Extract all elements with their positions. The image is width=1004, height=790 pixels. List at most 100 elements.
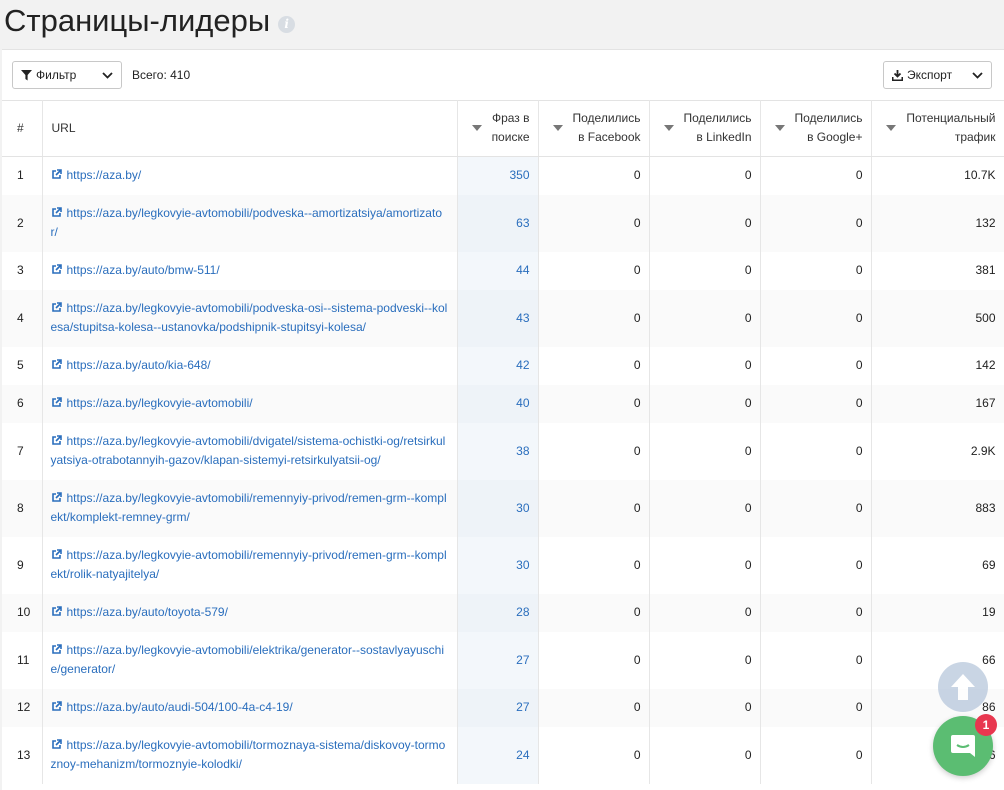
external-link-icon[interactable] [51,302,62,313]
row-url-cell: https://aza.by/legkovyie-avtomobili/reme… [42,479,458,537]
row-facebook: 0 [538,384,650,423]
row-url-link[interactable]: https://aza.by/auto/audi-504/100-4a-c4-1… [67,700,293,714]
row-facebook: 0 [538,536,650,594]
row-phrases-link[interactable]: 27 [457,688,539,727]
table-row: 6 https://aza.by/legkovyie-avtomobili/40 0… [2,384,1004,423]
row-phrases-link[interactable]: 42 [457,346,539,385]
external-link-icon[interactable] [51,264,62,275]
col-header-facebook[interactable]: Поделились в Facebook [538,100,650,157]
row-url-link[interactable]: https://aza.by/legkovyie-avtomobili/elek… [51,643,445,676]
row-url-cell: https://aza.by/auto/bmw-511/ [42,251,458,290]
row-linkedin: 0 [649,688,761,727]
table-row: 8 https://aza.by/legkovyie-avtomobili/rem… [2,479,1004,537]
row-google: 0 [760,536,872,594]
row-facebook: 0 [538,726,650,784]
row-phrases-link[interactable]: 44 [457,251,539,290]
row-url-link[interactable]: https://aza.by/auto/toyota-579/ [67,605,228,619]
external-link-icon[interactable] [51,701,62,712]
filter-icon [21,69,32,80]
export-dropdown[interactable]: Экспорт [883,61,992,89]
row-traffic: 500 [871,289,1004,347]
row-google: 0 [760,289,872,347]
table-body: 1 https://aza.by/350 0 0 0 10.7K 2 https://aza.… [2,156,1004,784]
row-url-cell: https://aza.by/auto/kia-648/ [42,346,458,385]
col-header-linkedin[interactable]: Поделились в LinkedIn [649,100,761,157]
row-url-link[interactable]: https://aza.by/legkovyie-avtomobili/reme… [51,491,447,524]
filter-dropdown[interactable]: Фильтр [12,61,122,89]
scroll-to-top-button[interactable] [938,662,988,712]
row-phrases-link[interactable]: 38 [457,422,539,480]
row-url-cell: https://aza.by/legkovyie-avtomobili/elek… [42,631,458,689]
row-index: 6 [2,384,43,423]
external-link-icon[interactable] [51,739,62,750]
row-linkedin: 0 [649,289,761,347]
row-url-link[interactable]: https://aza.by/legkovyie-avtomobili/torm… [51,738,446,771]
external-link-icon[interactable] [51,435,62,446]
row-google: 0 [760,479,872,537]
row-url-link[interactable]: https://aza.by/auto/bmw-511/ [67,263,220,277]
col-header-traffic-label: Потенциальный трафик [906,111,996,144]
row-phrases-link[interactable]: 350 [457,156,539,195]
table-row: 5 https://aza.by/auto/kia-648/42 0 0 0 142 [2,346,1004,385]
table-row: 7 https://aza.by/legkovyie-avtomobili/dvi… [2,422,1004,480]
external-link-icon[interactable] [51,644,62,655]
external-link-icon[interactable] [51,397,62,408]
row-index: 4 [2,289,43,347]
external-link-icon[interactable] [51,207,62,218]
external-link-icon[interactable] [51,606,62,617]
row-facebook: 0 [538,422,650,480]
external-link-icon[interactable] [51,169,62,180]
row-phrases-link[interactable]: 43 [457,289,539,347]
row-phrases-link[interactable]: 24 [457,726,539,784]
page-title-text: Страницы-лидеры [4,3,271,38]
row-url-cell: https://aza.by/auto/toyota-579/ [42,593,458,632]
row-phrases-link[interactable]: 28 [457,593,539,632]
col-header-google-label: Поделились в Google+ [794,111,863,144]
row-linkedin: 0 [649,536,761,594]
sort-arrow-icon [471,125,482,131]
external-link-icon[interactable] [51,492,62,503]
row-linkedin: 0 [649,194,761,252]
row-url-link[interactable]: https://aza.by/legkovyie-avtomobili/podv… [51,301,448,334]
row-url-link[interactable]: https://aza.by/auto/kia-648/ [67,358,211,372]
row-phrases-link[interactable]: 40 [457,384,539,423]
row-linkedin: 0 [649,726,761,784]
info-icon[interactable]: i [278,15,296,33]
row-index: 5 [2,346,43,385]
row-traffic: 883 [871,479,1004,537]
row-url-link[interactable]: https://aza.by/legkovyie-avtomobili/reme… [51,548,447,581]
row-phrases-link[interactable]: 30 [457,479,539,537]
col-header-traffic[interactable]: Потенциальный трафик [871,100,1004,157]
row-index: 11 [2,631,43,689]
row-google: 0 [760,593,872,632]
row-phrases-link[interactable]: 63 [457,194,539,252]
col-header-phrases[interactable]: Фраз в поиске [457,100,539,157]
row-phrases-link[interactable]: 27 [457,631,539,689]
row-linkedin: 0 [649,593,761,632]
row-url-link[interactable]: https://aza.by/ [67,168,142,182]
export-label: Экспорт [907,68,953,82]
table-header-row: # URL Фраз в поиске Поделились в Faceboo… [2,100,1004,157]
row-url-cell: https://aza.by/auto/audi-504/100-4a-c4-1… [42,688,458,727]
row-url-cell: https://aza.by/legkovyie-avtomobili/dvig… [42,422,458,480]
external-link-icon[interactable] [51,359,62,370]
row-index: 13 [2,726,43,784]
col-header-phrases-label: Фраз в поиске [491,111,530,144]
toolbar: Фильтр Всего: 410 Экспорт [2,50,1004,101]
external-link-icon[interactable] [51,549,62,560]
row-google: 0 [760,726,872,784]
col-header-google[interactable]: Поделились в Google+ [760,100,872,157]
row-phrases-link[interactable]: 30 [457,536,539,594]
row-url-link[interactable]: https://aza.by/legkovyie-avtomobili/ [67,396,253,410]
report-panel: Фильтр Всего: 410 Экспорт # URL Фраз в п… [2,49,1004,790]
row-traffic: 2.9K [871,422,1004,480]
row-linkedin: 0 [649,251,761,290]
row-google: 0 [760,688,872,727]
row-facebook: 0 [538,593,650,632]
col-header-linkedin-label: Поделились в LinkedIn [683,111,752,144]
row-url-link[interactable]: https://aza.by/legkovyie-avtomobili/dvig… [51,434,446,467]
row-url-link[interactable]: https://aza.by/legkovyie-avtomobili/podv… [51,206,443,239]
table-row: 1 https://aza.by/350 0 0 0 10.7K [2,156,1004,195]
row-facebook: 0 [538,631,650,689]
row-url-cell: https://aza.by/legkovyie-avtomobili/torm… [42,726,458,784]
